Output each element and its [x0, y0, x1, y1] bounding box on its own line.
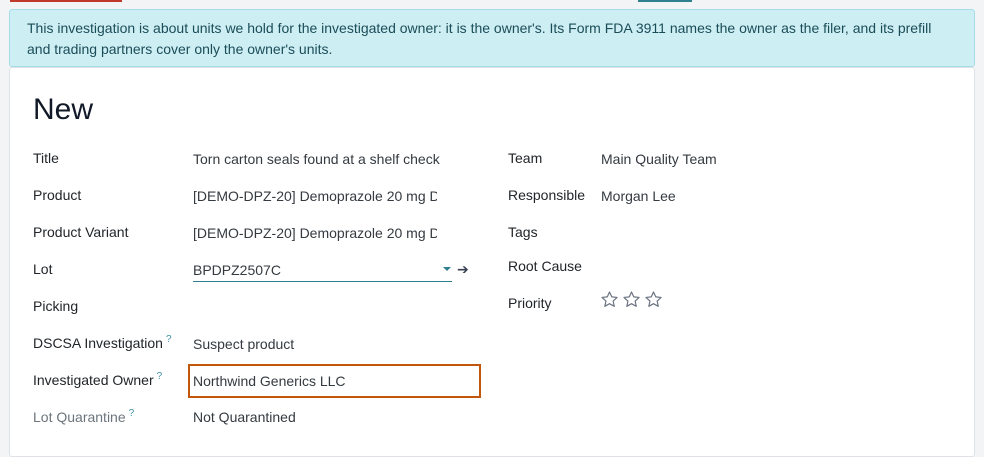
- star-icon[interactable]: [644, 290, 663, 309]
- lot-quarantine-label-text: Lot Quarantine: [33, 409, 126, 425]
- tags-label: Tags: [508, 224, 538, 240]
- lot-label: Lot: [33, 261, 53, 277]
- product-field[interactable]: [DEMO-DPZ-20] Demoprazole 20 mg Delayed-…: [193, 187, 437, 205]
- priority-stars: [600, 290, 663, 309]
- info-alert-text: This investigation is about units we hol…: [27, 20, 932, 57]
- form-sheet: [9, 67, 975, 457]
- responsible-field[interactable]: Morgan Lee: [601, 187, 851, 205]
- investigated-owner-label-text: Investigated Owner: [33, 372, 154, 388]
- lot-input[interactable]: BPDPZ2507C: [193, 258, 452, 282]
- team-label: Team: [508, 150, 543, 166]
- help-icon[interactable]: ?: [166, 334, 172, 345]
- dscsa-investigation-label: DSCSA Investigation?: [33, 334, 172, 352]
- root-cause-label: Root Cause: [508, 258, 582, 274]
- star-icon[interactable]: [600, 290, 619, 309]
- title-field[interactable]: Torn carton seals found at a shelf check: [193, 150, 440, 168]
- arrow-right-icon[interactable]: ➔: [457, 260, 469, 278]
- chevron-down-icon[interactable]: [443, 267, 451, 271]
- title-label: Title: [33, 150, 59, 166]
- investigated-owner-highlight: [188, 364, 481, 398]
- investigated-owner-label: Investigated Owner?: [33, 371, 162, 389]
- top-strip: [0, 0, 984, 3]
- responsible-label: Responsible: [508, 187, 586, 203]
- dscsa-investigation-label-text: DSCSA Investigation: [33, 335, 163, 351]
- product-variant-field[interactable]: [DEMO-DPZ-20] Demoprazole 20 mg Delayed-…: [193, 224, 437, 242]
- top-tab-indicator: [10, 0, 122, 2]
- team-field[interactable]: Main Quality Team: [601, 150, 851, 168]
- picking-label: Picking: [33, 298, 79, 314]
- lot-quarantine-field: Not Quarantined: [193, 409, 296, 425]
- info-alert: This investigation is about units we hol…: [9, 9, 975, 67]
- record-title: New: [33, 93, 94, 126]
- dscsa-investigation-field[interactable]: Suspect product: [193, 335, 443, 353]
- star-icon[interactable]: [622, 290, 641, 309]
- product-variant-label: Product Variant: [33, 224, 129, 240]
- product-label: Product: [33, 187, 82, 203]
- lot-input-value: BPDPZ2507C: [193, 262, 281, 278]
- priority-label: Priority: [508, 295, 552, 311]
- lot-quarantine-label: Lot Quarantine?: [33, 408, 134, 426]
- help-icon[interactable]: ?: [157, 371, 163, 382]
- help-icon[interactable]: ?: [129, 408, 135, 419]
- top-tab-indicator: [638, 0, 692, 2]
